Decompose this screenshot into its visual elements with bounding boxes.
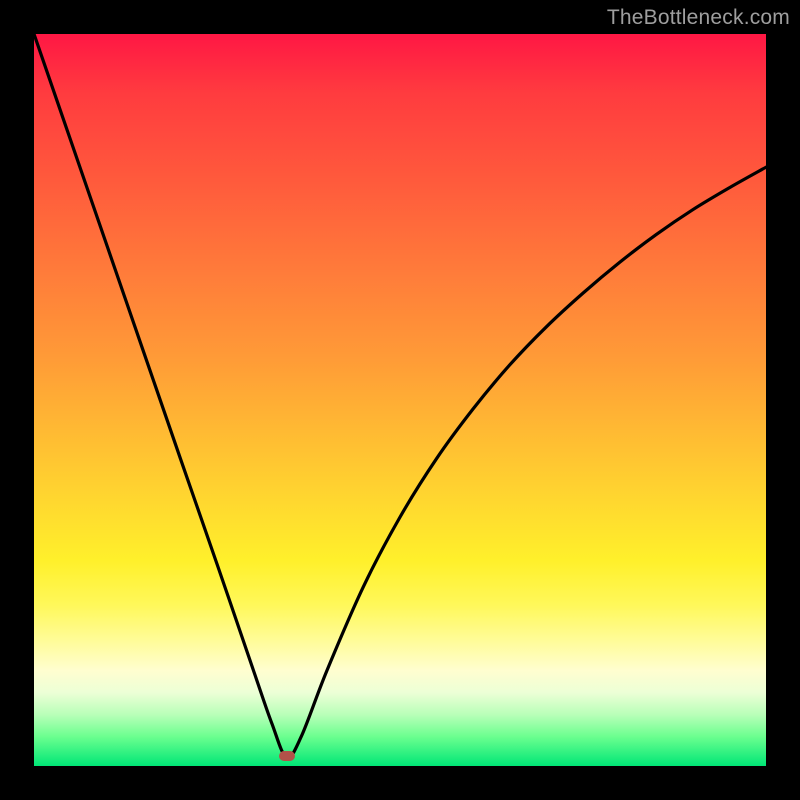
chart-frame: TheBottleneck.com: [0, 0, 800, 800]
plot-area: [34, 34, 766, 766]
watermark-text: TheBottleneck.com: [607, 6, 790, 30]
minimum-marker: [279, 751, 295, 761]
curve-svg: [34, 34, 766, 766]
bottleneck-curve-path: [34, 34, 766, 758]
